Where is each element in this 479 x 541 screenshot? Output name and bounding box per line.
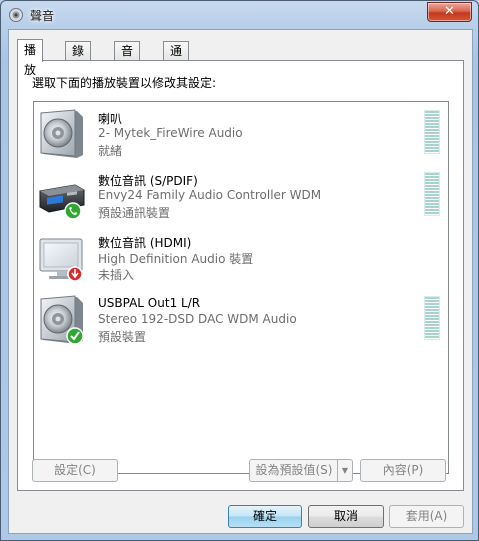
volume-level-meter [424, 110, 440, 154]
monitor-icon [39, 238, 83, 282]
device-status: 未插入 [98, 268, 135, 282]
tab-communications[interactable]: 通訊 [163, 41, 190, 76]
device-description: Stereo 192-DSD DAC WDM Audio [98, 312, 297, 326]
tab-sounds[interactable]: 音效 [114, 41, 141, 76]
device-name: 數位音訊 (S/PDIF) [98, 174, 198, 188]
button-label: 內容(P) [382, 463, 424, 477]
button-label: 套用(A) [405, 509, 448, 523]
volume-level-meter [424, 172, 440, 216]
properties-button[interactable]: 內容(P) [360, 459, 446, 482]
device-name: USBPAL Out1 L/R [98, 296, 201, 310]
configure-button[interactable]: 設定(C) [32, 459, 118, 482]
tab-label: 播放 [24, 43, 37, 77]
close-icon: ✕ [444, 4, 455, 19]
tab-recording[interactable]: 錄製 [65, 41, 92, 76]
ok-button[interactable]: 確定 [228, 505, 302, 528]
sound-dialog-window: 聲音 ✕ 播放 錄製 音效 通訊 選取下面的播放裝置以修改其設定: [0, 0, 479, 541]
device-item-hdmi[interactable]: 數位音訊 (HDMI) High Definition Audio 裝置 未插入 [34, 230, 448, 290]
button-label: 確定 [252, 509, 277, 523]
button-label: 設定(C) [54, 463, 96, 477]
device-description: High Definition Audio 裝置 [98, 252, 254, 266]
volume-level-meter [424, 296, 440, 340]
device-status: 就緒 [98, 144, 123, 158]
speaker-icon [40, 109, 83, 158]
device-item-usbpal[interactable]: USBPAL Out1 L/R Stereo 192-DSD DAC WDM A… [34, 292, 448, 352]
tab-playback[interactable]: 播放 [17, 39, 44, 77]
digital-output-device-icon [39, 184, 85, 220]
device-status: 預設通訊裝置 [98, 206, 171, 220]
instruction-text: 選取下面的播放裝置以修改其設定: [32, 76, 217, 90]
apply-button[interactable]: 套用(A) [389, 505, 464, 528]
speaker-icon [40, 295, 84, 345]
device-name: 數位音訊 (HDMI) [98, 236, 192, 250]
close-button[interactable]: ✕ [427, 2, 472, 22]
device-description: 2- Mytek_FireWire Audio [98, 126, 243, 140]
device-item-spdif[interactable]: 數位音訊 (S/PDIF) Envy24 Family Audio Contro… [34, 168, 448, 228]
device-item-speakers[interactable]: 喇叭 2- Mytek_FireWire Audio 就緒 [34, 106, 448, 166]
title-bar[interactable]: 聲音 ✕ [1, 1, 478, 29]
device-description: Envy24 Family Audio Controller WDM [98, 188, 322, 202]
playback-device-list[interactable]: 喇叭 2- Mytek_FireWire Audio 就緒 數位音訊 (S/PD… [33, 101, 449, 474]
chevron-down-icon[interactable]: ▼ [337, 460, 352, 481]
playback-tab-panel: 選取下面的播放裝置以修改其設定: 喇叭 2- Mytek_FireWire Au… [17, 60, 464, 491]
set-default-button[interactable]: 設為預設值(S) ▼ [249, 459, 353, 482]
window-title: 聲音 [30, 9, 55, 23]
button-label: 設為預設值(S) [255, 463, 333, 477]
device-name: 喇叭 [98, 112, 123, 126]
dialog-client-area: 播放 錄製 音效 通訊 選取下面的播放裝置以修改其設定: [8, 29, 473, 534]
sound-app-icon [9, 8, 23, 22]
device-status: 預設裝置 [98, 330, 147, 344]
cancel-button[interactable]: 取消 [308, 505, 384, 528]
button-label: 取消 [333, 509, 358, 523]
